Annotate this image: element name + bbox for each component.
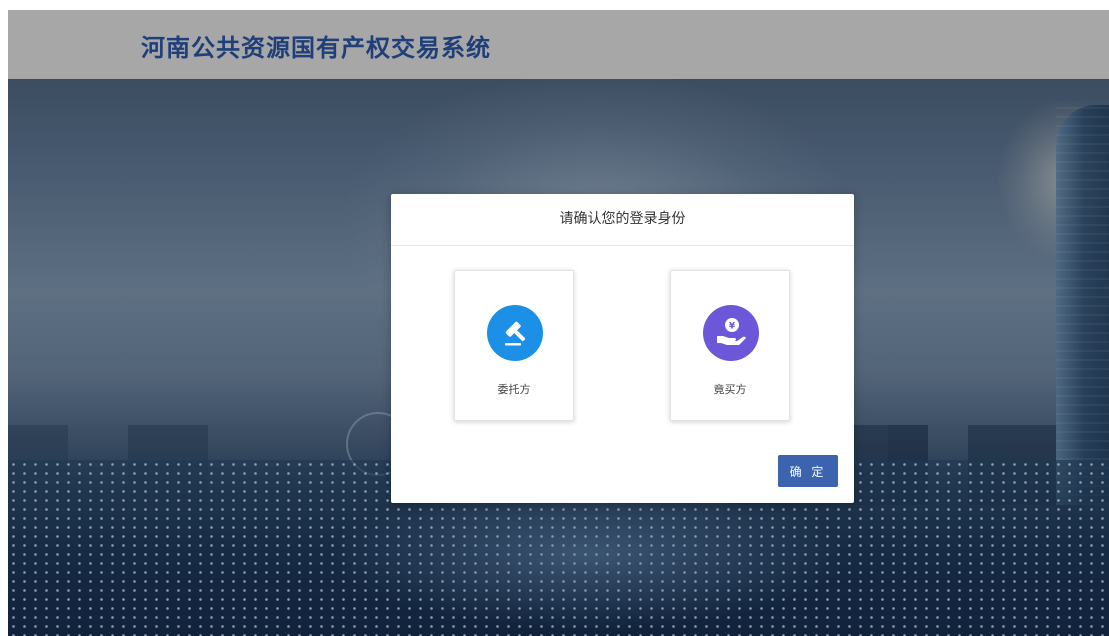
role-card-bidder[interactable]: ¥ 竟买方	[670, 270, 790, 421]
identity-dialog: 请确认您的登录身份 委托方 ¥ 竟买方 确 定	[391, 194, 854, 503]
svg-text:¥: ¥	[729, 322, 736, 332]
gavel-icon	[487, 305, 543, 361]
hand-coin-icon: ¥	[703, 305, 759, 361]
role-card-entrust[interactable]: 委托方	[454, 270, 574, 421]
system-title: 河南公共资源国有产权交易系统	[141, 34, 491, 62]
page-background: 河南公共资源国有产权交易系统 请确认您的登录身份 委托方 ¥ 竟买方 确 定	[8, 10, 1109, 636]
dialog-title: 请确认您的登录身份	[391, 194, 854, 246]
header-bar: 河南公共资源国有产权交易系统	[8, 10, 1109, 79]
role-label-entrust: 委托方	[497, 383, 531, 396]
role-label-bidder: 竟买方	[713, 383, 747, 396]
confirm-button[interactable]: 确 定	[778, 455, 838, 487]
